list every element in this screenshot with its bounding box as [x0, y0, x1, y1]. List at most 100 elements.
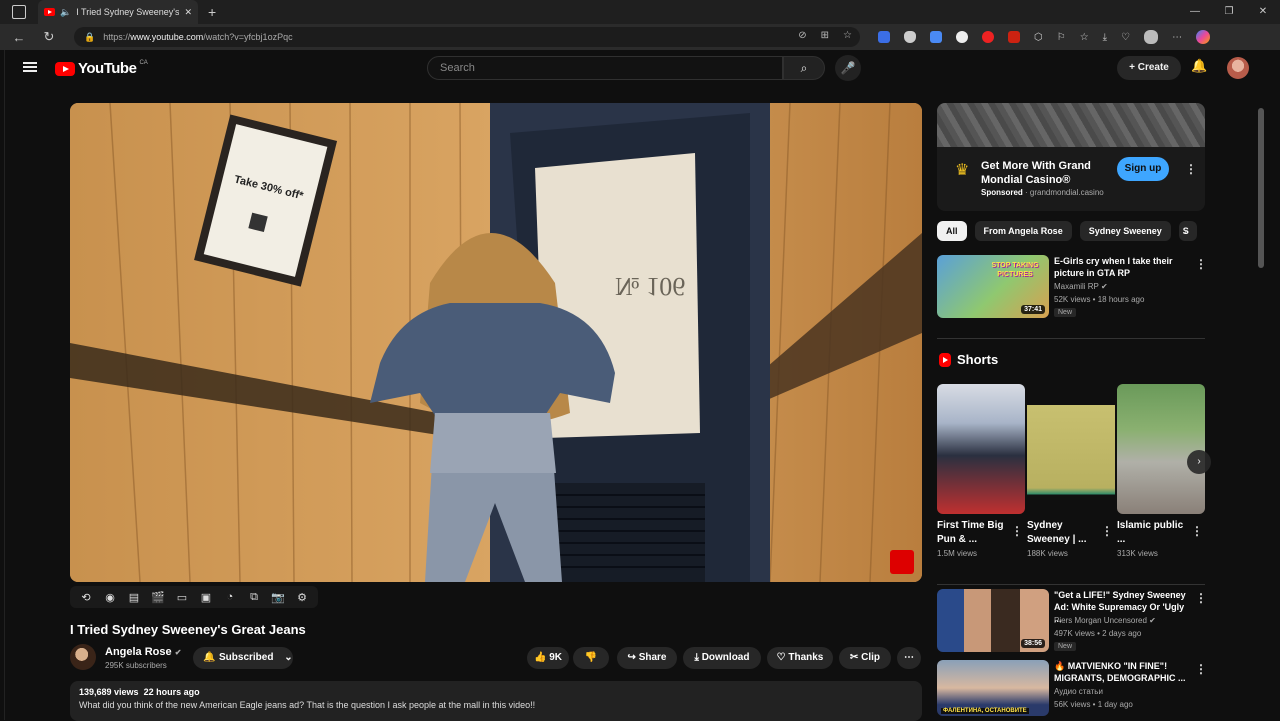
video-thumbnail[interactable]: ФАЛЕНТИНА, ОСТАНОВИТЕ — [937, 660, 1049, 716]
video-thumbnail[interactable]: 38:56 — [937, 589, 1049, 652]
youtube-play-icon — [55, 61, 75, 76]
share-button[interactable]: ↪ Share — [617, 647, 677, 669]
speaker-icon[interactable]: 🔈 — [60, 7, 71, 18]
app-available-icon[interactable]: ⊞ — [821, 30, 829, 41]
minimize-button[interactable]: — — [1178, 0, 1212, 24]
microphone-icon[interactable]: 🎤 — [835, 55, 861, 81]
tab-close-icon[interactable]: ✕ — [184, 7, 192, 18]
ad-signup-button[interactable]: Sign up — [1117, 157, 1169, 181]
casino-logo-icon: ♛ — [955, 162, 970, 179]
back-icon[interactable]: ← — [8, 30, 30, 45]
channel-avatar[interactable] — [70, 644, 96, 670]
page-scrollbar[interactable] — [1258, 108, 1264, 268]
close-window-button[interactable]: ✕ — [1246, 0, 1280, 24]
verified-icon: ✔ — [1149, 616, 1156, 625]
loop-icon[interactable]: ⟲ — [78, 591, 94, 604]
video-thumbnail[interactable]: STOP TAKING PICTURES 37:41 — [937, 255, 1049, 318]
youtube-extension-icon[interactable] — [982, 31, 994, 43]
chevron-down-icon: ⌄ — [284, 652, 293, 663]
maximize-button[interactable]: ❐ — [1212, 0, 1246, 24]
short-thumbnail[interactable] — [1117, 384, 1205, 514]
new-tab-icon[interactable]: + — [208, 4, 216, 20]
channel-watermark-icon[interactable] — [890, 550, 914, 574]
pip-icon[interactable]: ⧉ — [246, 591, 262, 604]
ad-more-icon[interactable]: ⋮ — [1185, 162, 1197, 176]
search-input[interactable]: Search — [427, 56, 783, 80]
short-item[interactable]: Sydney Sweeney | ... 188K views ⋮ — [1027, 384, 1115, 558]
youtube-logo[interactable]: YouTube CA — [55, 60, 148, 77]
chip-partial[interactable]: S — [1178, 221, 1197, 241]
speed-icon[interactable]: ◔ — [222, 591, 238, 603]
url-text: https://www.youtube.com/watch?v=yfcbj1oz… — [103, 32, 293, 42]
downloads-icon[interactable]: ⤓ — [1103, 32, 1107, 43]
item-more-icon[interactable]: ⋮ — [1195, 591, 1207, 605]
subscribed-button[interactable]: 🔔 Subscribed ⌄ — [193, 647, 293, 669]
item-more-icon[interactable]: ⋮ — [1195, 662, 1207, 676]
divider — [937, 584, 1205, 585]
channel-name[interactable]: Angela Rose ✔ — [105, 646, 181, 658]
more-menu-icon[interactable]: ⋯ — [1172, 32, 1182, 43]
recommendation-item[interactable]: STOP TAKING PICTURES 37:41 E-Girls cry w… — [937, 255, 1207, 325]
circle-extension-icon[interactable] — [956, 31, 968, 43]
video-duration: 38:56 — [1021, 639, 1045, 648]
recommendation-views: 56K views • 1 day ago — [1054, 700, 1133, 709]
profile-icon[interactable] — [1144, 30, 1159, 44]
dislike-button[interactable]: 👎 — [573, 647, 609, 669]
reload-icon[interactable]: ↻ — [38, 29, 60, 45]
ad-title[interactable]: Get More With Grand Mondial Casino® — [981, 159, 1111, 187]
recommendation-item[interactable]: ФАЛЕНТИНА, ОСТАНОВИТЕ 🔥 MATVIENKO "IN FI… — [937, 660, 1207, 720]
screenshot-icon[interactable]: 📷 — [270, 591, 286, 604]
tracking-icon[interactable]: ⊘ — [798, 30, 806, 41]
clip-button[interactable]: ✂ Clip — [839, 647, 891, 669]
short-item[interactable]: First Time Big Pun & ... 1.5M views ⋮ — [937, 384, 1025, 558]
shorts-next-arrow-icon[interactable]: › — [1187, 450, 1211, 474]
chevron-right-icon[interactable]: › — [1183, 224, 1187, 238]
create-button[interactable]: + Create — [1117, 56, 1181, 80]
ad-banner-image — [937, 103, 1205, 147]
short-more-icon[interactable]: ⋮ — [1191, 524, 1203, 538]
chip-from-angela-rose[interactable]: From Angela Rose — [974, 221, 1072, 241]
like-button[interactable]: 👍 9K — [527, 647, 569, 669]
item-more-icon[interactable]: ⋮ — [1195, 257, 1207, 271]
thumbnail-caption: ФАЛЕНТИНА, ОСТАНОВИТЕ — [941, 708, 1029, 714]
copilot-icon[interactable] — [1196, 30, 1211, 44]
recommendation-channel: Аудио статьи — [1054, 687, 1103, 696]
tab-actions-icon[interactable] — [12, 5, 26, 19]
thanks-button[interactable]: ♡ Thanks — [767, 647, 833, 669]
screen-icon[interactable]: ▭ — [174, 591, 190, 604]
browser-tab-active[interactable]: 🔈 I Tried Sydney Sweeney's Gre ✕ — [38, 0, 198, 24]
short-more-icon[interactable]: ⋮ — [1011, 524, 1023, 538]
chip-all[interactable]: All — [937, 221, 967, 241]
split-screen-icon[interactable]: ⚐ — [1057, 32, 1066, 43]
description-box[interactable]: 139,689 views 22 hours ago What did you … — [70, 681, 922, 721]
short-more-icon[interactable]: ⋮ — [1101, 524, 1113, 538]
shield-extension-icon[interactable] — [904, 31, 916, 43]
favorites-icon[interactable]: ☆ — [1080, 32, 1089, 43]
video-player[interactable]: № 106 Take 30% off* — [70, 103, 922, 582]
puzzle-extensions-icon[interactable]: ⬡ — [1034, 32, 1043, 43]
verified-icon: ✔ — [1100, 282, 1108, 291]
more-actions-button[interactable]: ⋯ — [897, 647, 921, 669]
short-title: Islamic public ... — [1117, 520, 1184, 545]
short-thumbnail[interactable] — [937, 384, 1025, 514]
search-icon[interactable]: ⌕ — [783, 56, 825, 80]
playlist-icon[interactable]: ▤ — [126, 591, 142, 604]
account-avatar[interactable] — [1227, 57, 1249, 79]
favorite-star-icon[interactable]: ☆ — [843, 30, 852, 41]
red-extension-icon[interactable] — [1008, 31, 1020, 43]
short-thumbnail[interactable] — [1027, 384, 1115, 514]
menu-icon[interactable] — [23, 62, 37, 72]
audio-icon[interactable]: ◉ — [102, 591, 118, 604]
notifications-bell-icon[interactable]: 🔔 — [1191, 58, 1207, 74]
chip-sydney-sweeney[interactable]: Sydney Sweeney — [1079, 221, 1171, 241]
address-bar[interactable]: 🔒 https://www.youtube.com/watch?v=yfcbj1… — [74, 27, 860, 47]
download-button[interactable]: ⤓ Download — [683, 647, 761, 669]
short-views: 1.5M views — [937, 549, 978, 558]
translate-extension-icon[interactable] — [930, 31, 942, 43]
settings-gear-icon[interactable]: ⚙ — [294, 591, 310, 604]
recommendation-item[interactable]: 38:56 "Get a LIFE!" Sydney Sweeney Ad: W… — [937, 589, 1207, 655]
heart-pulse-icon[interactable]: ♡ — [1121, 32, 1130, 43]
extension-icon[interactable] — [878, 31, 890, 43]
clapper-icon[interactable]: 🎬 — [150, 591, 166, 604]
theater-icon[interactable]: ▣ — [198, 591, 214, 604]
